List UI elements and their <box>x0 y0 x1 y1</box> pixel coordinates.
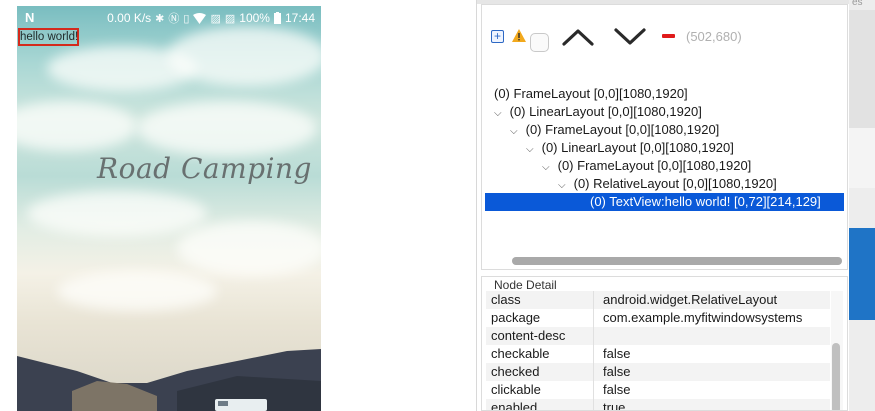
network-speed: 0.00 K/s <box>107 11 152 25</box>
table-row[interactable]: checked false <box>486 363 830 381</box>
tree-node[interactable]: ⌵ (0) LinearLayout [0,0][1080,1920] <box>494 103 702 121</box>
mountain-landscape <box>17 349 321 411</box>
property-value: false <box>603 382 631 397</box>
battery-percent: 100% <box>239 11 270 25</box>
column-separator <box>593 291 594 410</box>
table-row[interactable]: package com.example.myfitwindowsystems <box>486 309 830 327</box>
node-detail-panel: Node Detail class android.widget.Relativ… <box>481 276 848 411</box>
table-row[interactable]: checkable false <box>486 345 830 363</box>
cloud <box>177 221 321 276</box>
carrier-icon: N <box>25 10 35 25</box>
cloud <box>27 191 207 236</box>
property-value: false <box>603 364 631 379</box>
horizontal-scrollbar-thumb[interactable] <box>512 257 842 265</box>
tree-node[interactable]: ⌵ (0) FrameLayout [0,0][1080,1920] <box>510 121 719 139</box>
tree-node-label: (0) FrameLayout [0,0][1080,1920] <box>557 158 752 173</box>
tree-node-label: (0) LinearLayout [0,0][1080,1920] <box>541 140 734 155</box>
node-detail-title: Node Detail <box>494 278 557 292</box>
expand-all-button[interactable]: + <box>491 30 504 43</box>
status-bar: N 0.00 K/s ✱ Ⓝ ▯ ▨ ▨ 100% 17:44 <box>17 6 321 28</box>
cloud <box>17 101 137 151</box>
tree-node[interactable]: ⌵ (0) LinearLayout [0,0][1080,1920] <box>526 139 734 157</box>
no-sim-icon: ▨ <box>224 12 236 25</box>
property-key: class <box>491 292 521 307</box>
expand-chevron-icon[interactable]: ⌵ <box>542 159 554 177</box>
tree-node-label: (0) FrameLayout [0,0][1080,1920] <box>525 122 720 137</box>
cloud <box>57 271 217 311</box>
right-strip-text: es <box>852 0 863 8</box>
property-value: false <box>603 346 631 361</box>
nfc-icon: Ⓝ <box>168 13 180 25</box>
remove-button[interactable] <box>662 34 675 38</box>
toggle-button[interactable] <box>530 33 549 52</box>
battery-icon <box>273 12 281 24</box>
right-side-strip: es <box>849 0 875 411</box>
property-key: checkable <box>491 346 550 361</box>
right-strip-block <box>849 128 875 188</box>
property-key: checked <box>491 364 540 379</box>
tree-node[interactable]: ⌵ (0) FrameLayout [0,0][1080,1920] <box>542 157 751 175</box>
table-row[interactable]: enabled true <box>486 399 830 411</box>
tree-node-label: (0) FrameLayout [0,0][1080,1920] <box>494 86 688 101</box>
property-value: android.widget.RelativeLayout <box>603 292 778 307</box>
hello-world-text-highlight[interactable]: hello world! <box>18 28 79 46</box>
vibrate-icon: ▯ <box>183 12 190 25</box>
bluetooth-icon: ✱ <box>155 12 165 25</box>
cloud <box>167 26 321 86</box>
table-row[interactable]: class android.widget.RelativeLayout <box>486 291 830 309</box>
clock: 17:44 <box>284 11 315 25</box>
panel-divider[interactable] <box>476 0 477 411</box>
device-screenshot[interactable]: N 0.00 K/s ✱ Ⓝ ▯ ▨ ▨ 100% 17:44 hello wo… <box>17 6 321 411</box>
property-key: content-desc <box>491 328 566 343</box>
table-row[interactable]: content-desc <box>486 327 830 345</box>
expand-chevron-icon[interactable]: ⌵ <box>526 141 538 159</box>
vertical-scrollbar-thumb[interactable] <box>832 343 840 410</box>
expand-chevron-icon[interactable]: ⌵ <box>510 123 522 141</box>
coordinate-readout: (502,680) <box>686 29 742 44</box>
property-key: package <box>491 310 541 325</box>
road-camping-title: Road Camping <box>97 152 312 185</box>
chevron-down-icon[interactable] <box>612 25 648 49</box>
property-value: true <box>603 400 626 411</box>
expand-chevron-icon[interactable]: ⌵ <box>494 105 506 123</box>
property-value: com.example.myfitwindowsystems <box>603 310 803 325</box>
tree-node[interactable]: ⌵ (0) RelativeLayout [0,0][1080,1920] <box>558 175 777 193</box>
property-key: enabled <box>491 400 538 411</box>
tree-node[interactable]: (0) FrameLayout [0,0][1080,1920] <box>494 85 688 103</box>
tree-node-label: (0) RelativeLayout [0,0][1080,1920] <box>573 176 777 191</box>
no-sim-icon: ▨ <box>210 12 221 25</box>
tree-node-label: (0) TextView:hello world! [0,72][214,129… <box>590 194 821 209</box>
wifi-icon <box>193 12 207 24</box>
property-key: clickable <box>491 382 541 397</box>
hierarchy-panel: + (502,680) (0) FrameLayout [0,0][1080,1… <box>481 4 848 270</box>
right-strip-block <box>849 10 875 128</box>
table-row[interactable]: clickable false <box>486 381 830 399</box>
warning-icon[interactable] <box>511 27 527 43</box>
chevron-up-icon[interactable] <box>560 25 596 49</box>
tree-node-label: (0) LinearLayout [0,0][1080,1920] <box>509 104 702 119</box>
right-strip-block <box>849 228 875 320</box>
tree-node-selected[interactable]: (0) TextView:hello world! [0,72][214,129… <box>485 193 844 211</box>
cloud <box>137 101 317 156</box>
